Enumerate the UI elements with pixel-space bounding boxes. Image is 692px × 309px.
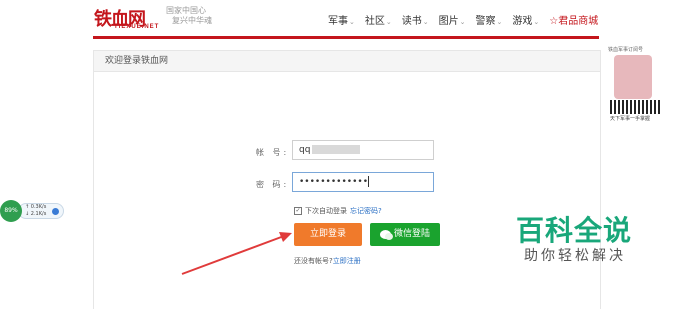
nav-item-community[interactable]: 社区⌄ — [365, 12, 392, 27]
nav-item-books[interactable]: 读书⌄ — [402, 12, 429, 27]
wechat-login-label: 微信登陆 — [393, 229, 430, 239]
speed-readout: ↑ 0.3K/s ↓ 2.1K/s — [18, 203, 64, 219]
redacted-block — [312, 145, 361, 154]
nav-item-mall[interactable]: ☆君品商城 — [549, 12, 598, 27]
slogan-line-1: 国家中国心 — [166, 6, 206, 15]
watermark-subtitle: 助你轻松解决 — [524, 248, 626, 264]
logo-subtext: TIEXUE.NET — [114, 24, 160, 30]
top-bar: 铁血网 TIEXUE.NET 国家中国心 复兴中华魂 军事⌄ 社区⌄ 读书⌄ 图… — [0, 0, 692, 39]
password-input[interactable]: ••••••••••••• — [292, 172, 434, 192]
signup-prompt: 还没有帐号? — [294, 257, 333, 265]
qr-sidebar: 铁血军事订阅号 天下军事一手掌握 — [604, 46, 666, 122]
text-cursor — [368, 176, 370, 187]
panel-title: 欢迎登录铁血网 — [94, 51, 600, 72]
speed-percent-badge: 89% — [0, 200, 22, 222]
chevron-down-icon: ⌄ — [349, 18, 355, 26]
chevron-down-icon: ⌄ — [533, 18, 540, 26]
signup-link[interactable]: 立即注册 — [333, 257, 361, 265]
qr-caption: 天下军事一手掌握 — [610, 116, 651, 122]
nav-item-military[interactable]: 军事⌄ — [328, 12, 355, 27]
forgot-password-link[interactable]: 忘记密码? — [350, 207, 382, 215]
watermark-title: 百科全说 — [516, 214, 633, 247]
main-nav: 军事⌄ 社区⌄ 读书⌄ 图片⌄ 警察⌄ 游戏⌄ ☆君品商城 — [328, 12, 608, 27]
qr-avatar-image — [614, 55, 652, 99]
remember-row: ✓ 下次自动登录 忘记密码? — [294, 206, 382, 216]
qr-code-icon — [610, 100, 660, 114]
account-input[interactable]: qq — [292, 140, 434, 160]
account-label: 帐 号: — [256, 148, 290, 157]
qr-title: 铁血军事订阅号 — [608, 47, 644, 53]
remember-checkbox[interactable]: ✓ — [294, 207, 302, 215]
network-speed-widget[interactable]: ↑ 0.3K/s ↓ 2.1K/s 89% — [0, 200, 64, 222]
password-value: ••••••••••••• — [299, 177, 369, 187]
watermark: 百科全说 助你轻松解决 — [516, 216, 646, 276]
chevron-down-icon: ⌄ — [385, 18, 392, 26]
annotation-arrow-icon — [181, 232, 292, 275]
chevron-down-icon: ⌄ — [496, 18, 503, 26]
chevron-down-icon: ⌄ — [422, 18, 429, 26]
site-logo[interactable]: 铁血网 TIEXUE.NET — [94, 4, 164, 32]
wechat-icon — [379, 230, 393, 240]
nav-item-pictures[interactable]: 图片⌄ — [439, 12, 466, 27]
nav-item-police[interactable]: 警察⌄ — [476, 12, 503, 27]
slogan-line-2: 复兴中华魂 — [172, 16, 212, 25]
speed-status-icon — [52, 208, 59, 215]
chevron-down-icon: ⌄ — [459, 18, 466, 26]
login-button[interactable]: 立即登录 — [294, 223, 362, 246]
account-value: qq — [299, 145, 311, 155]
slogan: 国家中国心 复兴中华魂 — [166, 6, 212, 26]
header-divider — [93, 36, 599, 39]
wechat-login-button[interactable]: 微信登陆 — [370, 223, 440, 246]
remember-label: 下次自动登录 — [305, 207, 347, 215]
password-label: 密 码: — [256, 180, 290, 189]
nav-item-games[interactable]: 游戏⌄ — [512, 12, 539, 27]
signup-row: 还没有帐号?立即注册 — [294, 256, 361, 266]
